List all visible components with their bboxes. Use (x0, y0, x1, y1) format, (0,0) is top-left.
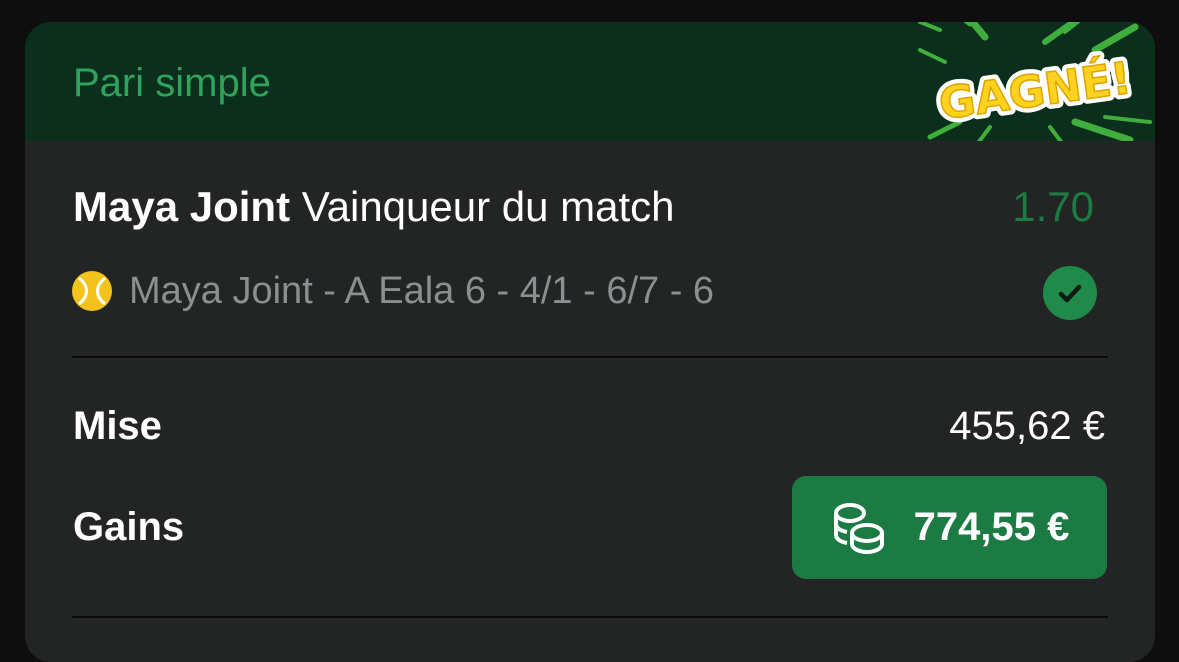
divider (72, 616, 1108, 618)
winnings-value: 774,55 € (913, 505, 1070, 549)
stake-value: 455,62 € (949, 404, 1105, 448)
coins-icon (833, 502, 884, 554)
selection-title: Maya Joint Vainqueur du match (73, 182, 675, 232)
tennis-ball-icon (72, 271, 112, 311)
divider (72, 356, 1108, 358)
event-row: Maya Joint - A Eala 6 - 4/1 - 6/7 - 6 (71, 267, 714, 315)
won-badge: GAGNÉ! GAGNÉ! (918, 22, 1152, 141)
selection-odds: 1.70 (1012, 183, 1094, 230)
winnings-label: Gains (73, 505, 185, 549)
check-circle-icon (1043, 266, 1097, 320)
bet-type-label: Pari simple (73, 61, 271, 105)
selection-player: Maya Joint (73, 183, 291, 230)
event-score-label: Maya Joint - A Eala 6 - 4/1 - 6/7 - 6 (129, 269, 715, 312)
winnings-pill: 774,55 € (792, 476, 1107, 579)
bet-card: Pari simple GAGNÉ! GAGNÉ! Maya Joint Vai… (25, 22, 1155, 662)
bet-card-header: Pari simple GAGNÉ! GAGNÉ! (25, 22, 1155, 141)
selection-market: Vainqueur du match (301, 183, 675, 230)
stake-label: Mise (73, 404, 162, 448)
